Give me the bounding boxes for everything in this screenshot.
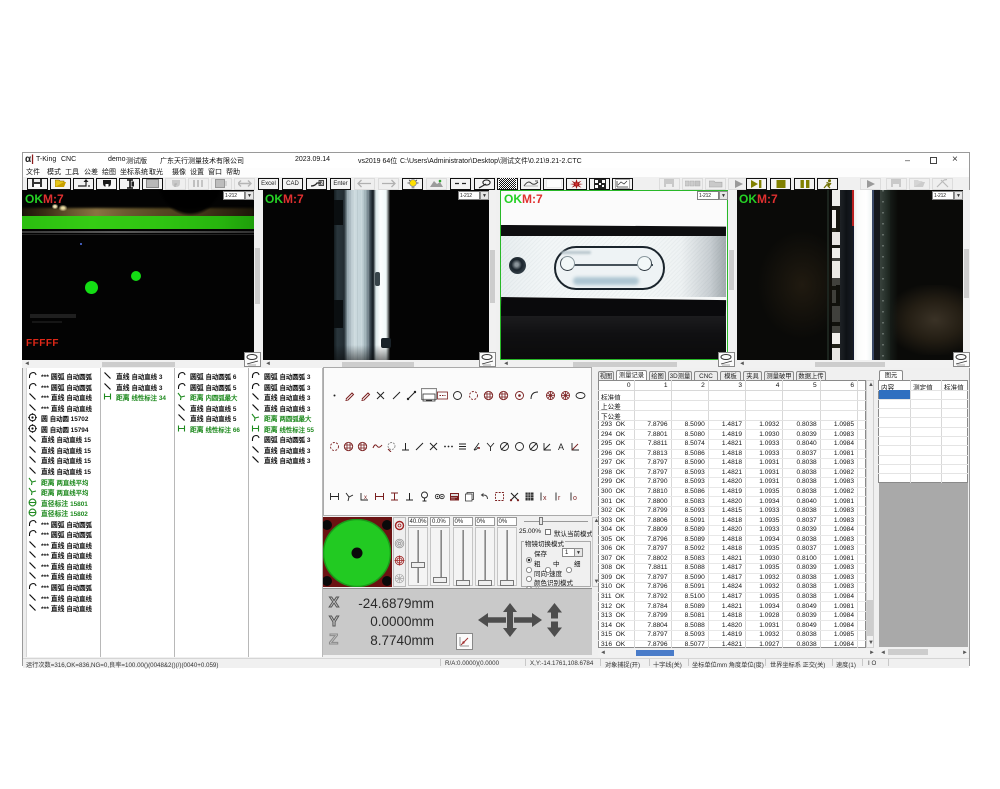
svg-text:x: x [364,495,367,501]
svg-text:r: r [558,495,561,502]
svg-text:A: A [558,442,564,452]
svg-text:Z: Z [329,631,338,646]
svg-text:Y: Y [329,613,339,628]
svg-text:X: X [329,594,339,609]
svg-text:B: B [319,181,323,187]
svg-text:o: o [573,495,577,502]
svg-text:x: x [543,495,547,502]
